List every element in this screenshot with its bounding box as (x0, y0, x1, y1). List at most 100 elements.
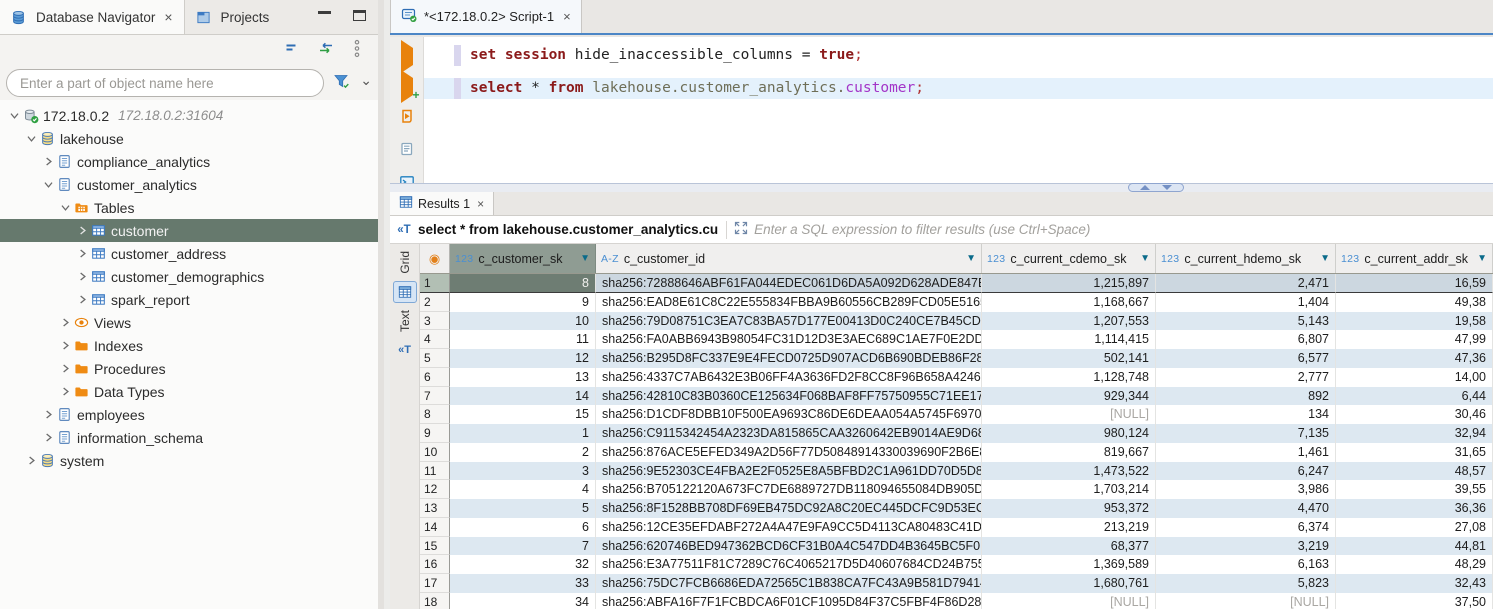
cell-c-current-addr-sk[interactable]: 31,65 (1336, 443, 1493, 462)
tree-item-customer-demographics[interactable]: customer_demographics (0, 265, 378, 288)
cell-c-current-addr-sk[interactable]: 36,36 (1336, 499, 1493, 518)
chevron-collapsed-icon[interactable] (23, 454, 40, 467)
row-number[interactable]: 7 (420, 387, 450, 406)
chevron-expanded-icon[interactable] (6, 109, 23, 122)
cell-c-customer-sk[interactable]: 33 (450, 574, 596, 593)
cell-c-current-hdemo-sk[interactable]: 3,986 (1156, 480, 1336, 499)
cell-c-current-addr-sk[interactable]: 32,43 (1336, 574, 1493, 593)
tree-item-employees[interactable]: employees (0, 403, 378, 426)
column-menu-arrow-icon[interactable]: ▼ (580, 253, 590, 264)
grid-corner-button[interactable]: ◉ (420, 244, 450, 273)
active-query-text[interactable]: select * from lakehouse.customer_analyti… (418, 222, 718, 237)
cell-c-current-cdemo-sk[interactable]: 502,141 (982, 349, 1156, 368)
close-icon[interactable]: × (563, 9, 571, 24)
cell-c-current-hdemo-sk[interactable]: 6,374 (1156, 518, 1336, 537)
cell-c-current-addr-sk[interactable]: 37,50 (1336, 593, 1493, 609)
cell-c-current-cdemo-sk[interactable]: 1,703,214 (982, 480, 1156, 499)
chevron-collapsed-icon[interactable] (74, 247, 91, 260)
tree-item-system[interactable]: system (0, 449, 378, 472)
column-header-c-customer-sk[interactable]: 123c_customer_sk▼ (450, 244, 596, 273)
cell-c-current-cdemo-sk[interactable]: [NULL] (982, 593, 1156, 609)
tree-item-indexes[interactable]: Indexes (0, 334, 378, 357)
tree-item-customer-address[interactable]: customer_address (0, 242, 378, 265)
cell-c-customer-id[interactable]: sha256:ABFA16F7F1FCBDCA6F01CF1095D84F37C… (596, 593, 982, 609)
chevron-expanded-icon[interactable] (23, 132, 40, 145)
cell-c-current-addr-sk[interactable]: 48,57 (1336, 462, 1493, 481)
row-number[interactable]: 17 (420, 574, 450, 593)
cell-c-current-addr-sk[interactable]: 16,59 (1336, 274, 1493, 293)
cell-c-current-hdemo-sk[interactable]: 2,777 (1156, 368, 1336, 387)
row-number[interactable]: 5 (420, 349, 450, 368)
cell-c-current-addr-sk[interactable]: 27,08 (1336, 518, 1493, 537)
row-number[interactable]: 1 (420, 274, 450, 293)
cell-c-current-hdemo-sk[interactable]: 134 (1156, 405, 1336, 424)
cell-c-customer-id[interactable]: sha256:B705122120A673FC7DE6889727DB11809… (596, 480, 982, 499)
sash-collapse-control[interactable] (1128, 183, 1184, 192)
chevron-collapsed-icon[interactable] (57, 362, 74, 375)
tree-item-lakehouse[interactable]: lakehouse (0, 127, 378, 150)
row-number[interactable]: 16 (420, 555, 450, 574)
row-number[interactable]: 10 (420, 443, 450, 462)
cell-c-customer-id[interactable]: sha256:B295D8FC337E9E4FECD0725D907ACD6B6… (596, 349, 982, 368)
cell-c-current-hdemo-sk[interactable]: 7,135 (1156, 424, 1336, 443)
cell-c-current-hdemo-sk[interactable]: 892 (1156, 387, 1336, 406)
cell-c-customer-sk[interactable]: 2 (450, 443, 596, 462)
cell-c-customer-id[interactable]: sha256:FA0ABB6943B98054FC31D12D3E3AEC689… (596, 330, 982, 349)
row-number[interactable]: 18 (420, 593, 450, 609)
sql-code-area[interactable]: set session hide_inaccessible_columns = … (424, 37, 1493, 183)
cell-c-current-cdemo-sk[interactable]: 819,667 (982, 443, 1156, 462)
execute-script-button[interactable] (399, 108, 415, 129)
cell-c-customer-sk[interactable]: 34 (450, 593, 596, 609)
cell-c-customer-sk[interactable]: 4 (450, 480, 596, 499)
cell-c-customer-id[interactable]: sha256:D1CDF8DBB10F500EA9693C86DE6DEAA05… (596, 405, 982, 424)
cell-c-current-hdemo-sk[interactable]: 6,577 (1156, 349, 1336, 368)
tree-item-tables[interactable]: Tables (0, 196, 378, 219)
cell-c-customer-sk[interactable]: 9 (450, 293, 596, 312)
chevron-collapsed-icon[interactable] (40, 431, 57, 444)
cell-c-customer-sk[interactable]: 15 (450, 405, 596, 424)
object-filter-input[interactable] (6, 69, 324, 97)
cell-c-current-addr-sk[interactable]: 48,29 (1336, 555, 1493, 574)
tree-item-views[interactable]: Views (0, 311, 378, 334)
explain-plan-button[interactable] (399, 141, 415, 162)
cell-c-current-hdemo-sk[interactable]: 1,404 (1156, 293, 1336, 312)
cell-c-current-addr-sk[interactable]: 47,99 (1336, 330, 1493, 349)
tree-item-procedures[interactable]: Procedures (0, 357, 378, 380)
chevron-collapsed-icon[interactable] (74, 293, 91, 306)
row-number[interactable]: 2 (420, 293, 450, 312)
cell-c-customer-id[interactable]: sha256:C9115342454A2323DA815865CAA326064… (596, 424, 982, 443)
cell-c-current-cdemo-sk[interactable]: 953,372 (982, 499, 1156, 518)
cell-c-customer-sk[interactable]: 13 (450, 368, 596, 387)
cell-c-current-hdemo-sk[interactable]: 6,807 (1156, 330, 1336, 349)
chevron-collapsed-icon[interactable] (57, 385, 74, 398)
cell-c-current-addr-sk[interactable]: 14,00 (1336, 368, 1493, 387)
row-number[interactable]: 14 (420, 518, 450, 537)
tree-item-data-types[interactable]: Data Types (0, 380, 378, 403)
cell-c-customer-id[interactable]: sha256:79D08751C3EA7C83BA57D177E00413D0C… (596, 312, 982, 331)
column-header-c-current-hdemo-sk[interactable]: 123c_current_hdemo_sk▼ (1156, 244, 1336, 273)
cell-c-current-cdemo-sk[interactable]: 1,207,553 (982, 312, 1156, 331)
cell-c-current-cdemo-sk[interactable]: 1,168,667 (982, 293, 1156, 312)
cell-c-current-hdemo-sk[interactable]: 5,823 (1156, 574, 1336, 593)
cell-c-customer-id[interactable]: sha256:E3A77511F81C7289C76C4065217D5D406… (596, 555, 982, 574)
row-number[interactable]: 8 (420, 405, 450, 424)
cell-c-current-cdemo-sk[interactable]: 1,114,415 (982, 330, 1156, 349)
cell-c-current-cdemo-sk[interactable]: 980,124 (982, 424, 1156, 443)
cell-c-customer-id[interactable]: sha256:4337C7AB6432E3B06FF4A3636FD2F8CC8… (596, 368, 982, 387)
cell-c-customer-id[interactable]: sha256:9E52303CE4FBA2E2F0525E8A5BFBD2C1A… (596, 462, 982, 481)
cell-c-current-addr-sk[interactable]: 19,58 (1336, 312, 1493, 331)
cell-c-current-addr-sk[interactable]: 44,81 (1336, 537, 1493, 556)
expand-filter-icon[interactable] (726, 221, 748, 239)
cell-c-customer-sk[interactable]: 1 (450, 424, 596, 443)
cell-c-customer-id[interactable]: sha256:620746BED947362BCD6CF31B0A4C547DD… (596, 537, 982, 556)
maximize-icon[interactable] (353, 10, 366, 21)
cell-c-current-cdemo-sk[interactable]: 1,680,761 (982, 574, 1156, 593)
cell-c-customer-sk[interactable]: 8 (450, 274, 596, 293)
cell-c-current-hdemo-sk[interactable]: 4,470 (1156, 499, 1336, 518)
cell-c-customer-id[interactable]: sha256:75DC7FCB6686EDA72565C1B838CA7FC43… (596, 574, 982, 593)
row-number[interactable]: 12 (420, 480, 450, 499)
tree-item-customer-analytics[interactable]: customer_analytics (0, 173, 378, 196)
column-menu-arrow-icon[interactable]: ▼ (1140, 253, 1150, 264)
chevron-down-icon[interactable]: ⌄ (360, 72, 372, 89)
column-menu-arrow-icon[interactable]: ▼ (966, 253, 976, 264)
